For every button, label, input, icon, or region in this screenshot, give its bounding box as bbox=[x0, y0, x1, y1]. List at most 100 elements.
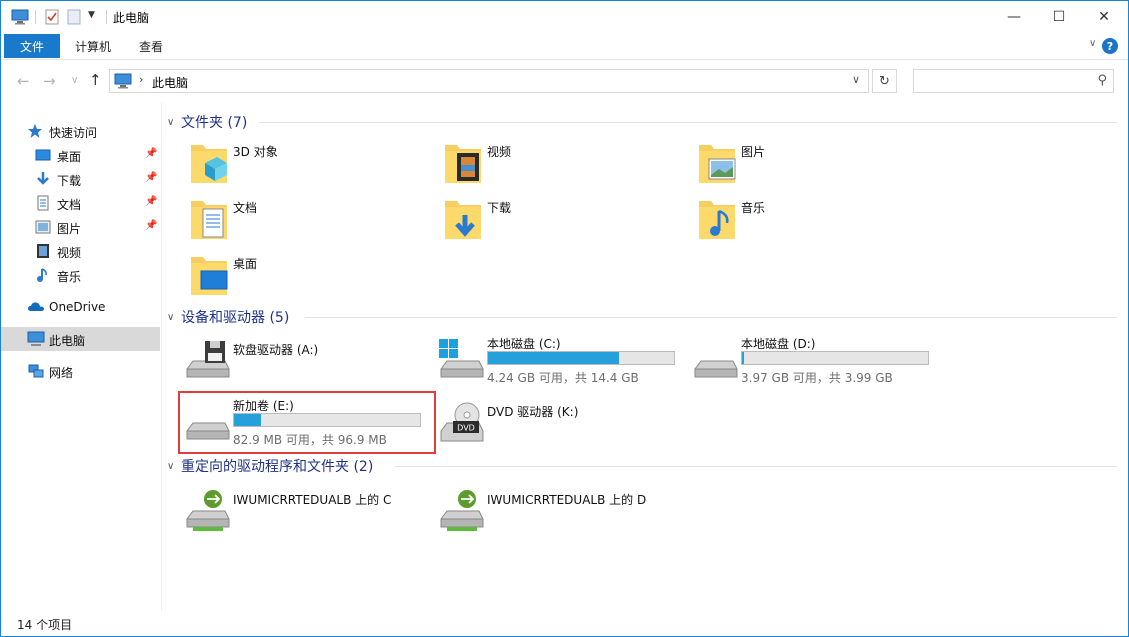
help-icon[interactable]: ? bbox=[1102, 38, 1118, 54]
folder-videos[interactable]: 视频 bbox=[441, 141, 691, 195]
sidebar-item-network[interactable]: 网络 bbox=[1, 359, 160, 383]
group-header-folders[interactable]: ∨ 文件夹 (7) bbox=[167, 112, 247, 132]
properties-icon[interactable] bbox=[45, 9, 59, 28]
folder-label: 3D 对象 bbox=[233, 145, 278, 159]
folder-music[interactable]: 音乐 bbox=[695, 197, 945, 251]
up-icon[interactable]: ↑ bbox=[89, 71, 102, 89]
breadcrumb-this-pc[interactable]: 此电脑 bbox=[152, 74, 188, 91]
tab-view[interactable]: 查看 bbox=[139, 38, 163, 55]
minimize-button[interactable]: — bbox=[991, 1, 1037, 33]
sidebar-item-label: 图片 bbox=[57, 222, 82, 236]
address-bar[interactable]: › 此电脑 ∨ bbox=[109, 69, 869, 93]
drive-floppy-a[interactable]: 软盘驱动器 (A:) bbox=[183, 339, 433, 395]
folder-pictures[interactable]: 图片 bbox=[695, 141, 945, 195]
sidebar-item-quick-access[interactable]: 快速访问 bbox=[1, 119, 160, 143]
sidebar-item-desktop[interactable]: 桌面 📌 bbox=[1, 143, 160, 167]
ribbon-tabs: 文件 计算机 查看 ∨ ? bbox=[1, 33, 1128, 59]
explorer-window: ▼ 此电脑 — ☐ ✕ 文件 计算机 查看 ∨ ? ← → ∨ ↑ › 此电脑 … bbox=[0, 0, 1129, 637]
selection-highlight bbox=[178, 391, 436, 454]
sidebar-item-label: 下载 bbox=[57, 174, 82, 188]
drive-usage-bar bbox=[741, 351, 929, 365]
title-bar: ▼ 此电脑 — ☐ ✕ bbox=[1, 1, 1128, 33]
title-separator bbox=[35, 10, 36, 24]
sidebar-item-label: 音乐 bbox=[57, 270, 82, 284]
forward-icon[interactable]: → bbox=[43, 72, 56, 90]
expand-ribbon-icon[interactable]: ∨ bbox=[1089, 38, 1096, 49]
folder-desktop[interactable]: 桌面 bbox=[187, 253, 437, 307]
tab-computer[interactable]: 计算机 bbox=[75, 38, 111, 55]
group-header-redirected[interactable]: ∨ 重定向的驱动程序和文件夹 (2) bbox=[167, 456, 373, 476]
dvd-badge: DVD bbox=[457, 424, 475, 433]
chevron-down-icon: ∨ bbox=[167, 311, 175, 323]
content-pane: ∨ 文件夹 (7) 3D 对象 视频 图片 文档 下载 音乐 桌面 ∨ 设备和驱… bbox=[163, 103, 1127, 611]
drive-usage-fill bbox=[742, 352, 744, 364]
music-icon bbox=[35, 267, 51, 283]
folder-downloads[interactable]: 下载 bbox=[441, 197, 691, 251]
pin-icon[interactable]: 📌 bbox=[145, 220, 157, 231]
drive-dvd-k[interactable]: DVD DVD 驱动器 (K:) bbox=[437, 401, 687, 457]
sidebar-item-downloads[interactable]: 下载 📌 bbox=[1, 167, 160, 191]
sidebar-item-videos[interactable]: 视频 bbox=[1, 239, 160, 263]
sidebar-item-label: 桌面 bbox=[57, 150, 82, 164]
search-input[interactable]: ⚲ bbox=[913, 69, 1114, 93]
star-icon bbox=[27, 123, 43, 139]
drive-label: 本地磁盘 (D:) bbox=[741, 337, 816, 351]
sidebar-item-documents[interactable]: 文档 📌 bbox=[1, 191, 160, 215]
chevron-down-icon[interactable]: ∨ bbox=[852, 73, 860, 86]
pin-icon[interactable]: 📌 bbox=[145, 148, 157, 159]
drive-label: DVD 驱动器 (K:) bbox=[487, 405, 579, 419]
close-button[interactable]: ✕ bbox=[1081, 1, 1127, 33]
videos-folder-icon bbox=[441, 141, 485, 187]
sidebar-item-pictures[interactable]: 图片 📌 bbox=[1, 215, 160, 239]
drive-label: IWUMICRRTEDUALB 上的 C bbox=[233, 493, 392, 507]
documents-folder-icon bbox=[187, 197, 231, 243]
3d-objects-folder-icon bbox=[187, 141, 231, 187]
sidebar-item-label: 视频 bbox=[57, 246, 82, 260]
pin-icon[interactable]: 📌 bbox=[145, 196, 157, 207]
drive-label: IWUMICRRTEDUALB 上的 D bbox=[487, 493, 647, 507]
navigation-pane: 快速访问 桌面 📌 下载 📌 文档 📌 图片 📌 视频 音乐 OneDrive … bbox=[1, 103, 162, 611]
sidebar-item-label: 快速访问 bbox=[49, 126, 98, 140]
sidebar-item-label: 文档 bbox=[57, 198, 82, 212]
drive-usage-fill bbox=[488, 352, 620, 364]
drive-local-d[interactable]: 本地磁盘 (D:) 3.97 GB 可用，共 3.99 GB bbox=[691, 333, 941, 389]
sidebar-item-this-pc[interactable]: 此电脑 bbox=[1, 327, 160, 351]
recent-locations-icon[interactable]: ∨ bbox=[71, 75, 78, 86]
chevron-down-icon: ∨ bbox=[167, 116, 175, 128]
sidebar-item-label: 网络 bbox=[49, 366, 74, 380]
sidebar-item-music[interactable]: 音乐 bbox=[1, 263, 160, 287]
back-icon[interactable]: ← bbox=[17, 72, 30, 90]
picture-icon bbox=[35, 219, 51, 235]
group-divider bbox=[395, 466, 1117, 467]
folder-label: 桌面 bbox=[233, 257, 258, 271]
group-header-devices[interactable]: ∨ 设备和驱动器 (5) bbox=[167, 307, 289, 327]
breadcrumb-chevron-icon[interactable]: › bbox=[139, 73, 143, 86]
group-divider bbox=[305, 317, 1117, 318]
network-drive-icon bbox=[437, 489, 487, 539]
drive-local-c[interactable]: 本地磁盘 (C:) 4.24 GB 可用，共 14.4 GB bbox=[437, 333, 687, 389]
redirected-drive-d[interactable]: IWUMICRRTEDUALB 上的 D bbox=[437, 489, 687, 545]
downloads-folder-icon bbox=[441, 197, 485, 243]
floppy-drive-icon bbox=[183, 339, 233, 389]
tab-file-label: 文件 bbox=[19, 39, 44, 54]
sidebar-item-onedrive[interactable]: OneDrive bbox=[1, 295, 160, 319]
search-icon: ⚲ bbox=[1097, 73, 1107, 88]
maximize-button[interactable]: ☐ bbox=[1036, 1, 1082, 33]
download-icon bbox=[35, 171, 51, 187]
customize-quick-access-icon[interactable]: ▼ bbox=[88, 10, 95, 20]
tab-file[interactable]: 文件 bbox=[4, 34, 60, 58]
music-folder-icon bbox=[695, 197, 739, 243]
window-title: 此电脑 bbox=[113, 11, 150, 25]
folder-label: 图片 bbox=[741, 145, 766, 159]
computer-icon[interactable] bbox=[11, 9, 29, 28]
folder-3d-objects[interactable]: 3D 对象 bbox=[187, 141, 437, 195]
drive-usage-bar bbox=[487, 351, 675, 365]
new-folder-icon[interactable] bbox=[67, 9, 81, 28]
redirected-drive-c[interactable]: IWUMICRRTEDUALB 上的 C bbox=[183, 489, 433, 545]
folder-label: 下载 bbox=[487, 201, 512, 215]
folder-documents[interactable]: 文档 bbox=[187, 197, 437, 251]
drive-free-space: 4.24 GB 可用，共 14.4 GB bbox=[487, 371, 639, 385]
refresh-button[interactable]: ↻ bbox=[872, 69, 897, 93]
folder-label: 文档 bbox=[233, 201, 258, 215]
pin-icon[interactable]: 📌 bbox=[145, 172, 157, 183]
